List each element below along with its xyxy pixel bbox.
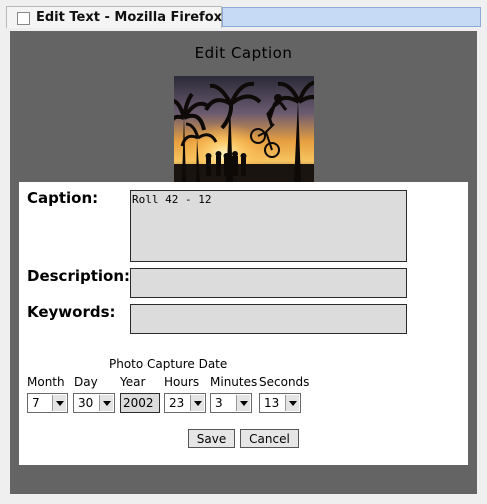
year-label: Year xyxy=(120,375,146,389)
window-titlebar: Edit Text - Mozilla Firefox xyxy=(0,0,487,28)
chevron-down-icon xyxy=(285,395,299,411)
description-textarea[interactable] xyxy=(130,268,407,298)
seconds-select-value: 13 xyxy=(264,396,280,410)
seconds-label: Seconds xyxy=(259,375,310,389)
description-label: Description: xyxy=(27,267,131,285)
month-select[interactable]: 7 xyxy=(27,393,68,413)
caption-label: Caption: xyxy=(27,189,99,207)
page-content: Edit Caption Caption: Roll 42 - 12 Descr… xyxy=(10,31,477,494)
caption-textarea[interactable]: Roll 42 - 12 xyxy=(130,190,407,262)
page-title: Edit Caption xyxy=(194,44,293,62)
window-menu-icon[interactable] xyxy=(17,12,30,25)
window-title: Edit Text - Mozilla Firefox xyxy=(36,10,223,25)
save-button[interactable]: Save xyxy=(188,429,235,448)
chevron-down-icon xyxy=(99,395,113,411)
minutes-label: Minutes xyxy=(210,375,258,389)
month-label: Month xyxy=(27,375,65,389)
day-select[interactable]: 30 xyxy=(73,393,115,413)
hours-label: Hours xyxy=(164,375,200,389)
keywords-textarea[interactable] xyxy=(130,304,407,334)
minutes-select[interactable]: 3 xyxy=(210,393,252,413)
chevron-down-icon xyxy=(52,395,66,411)
day-select-value: 30 xyxy=(78,396,94,410)
month-select-value: 7 xyxy=(32,396,40,410)
year-input[interactable] xyxy=(120,393,160,413)
capture-date-heading: Photo Capture Date xyxy=(109,357,228,371)
hours-select[interactable]: 23 xyxy=(164,393,206,413)
bmx-sunset-photo xyxy=(174,76,314,182)
day-label: Day xyxy=(74,375,98,389)
hours-select-value: 23 xyxy=(169,396,185,410)
chevron-down-icon xyxy=(190,395,204,411)
window-tab[interactable]: Edit Text - Mozilla Firefox xyxy=(6,6,222,28)
edit-form-panel: Caption: Roll 42 - 12 Description: Keywo… xyxy=(19,182,468,465)
titlebar-fill xyxy=(222,7,481,27)
cancel-button[interactable]: Cancel xyxy=(240,429,299,448)
chevron-down-icon xyxy=(236,395,250,411)
seconds-select[interactable]: 13 xyxy=(259,393,301,413)
keywords-label: Keywords: xyxy=(27,303,116,321)
photo-thumbnail xyxy=(174,76,314,182)
minutes-select-value: 3 xyxy=(215,396,223,410)
